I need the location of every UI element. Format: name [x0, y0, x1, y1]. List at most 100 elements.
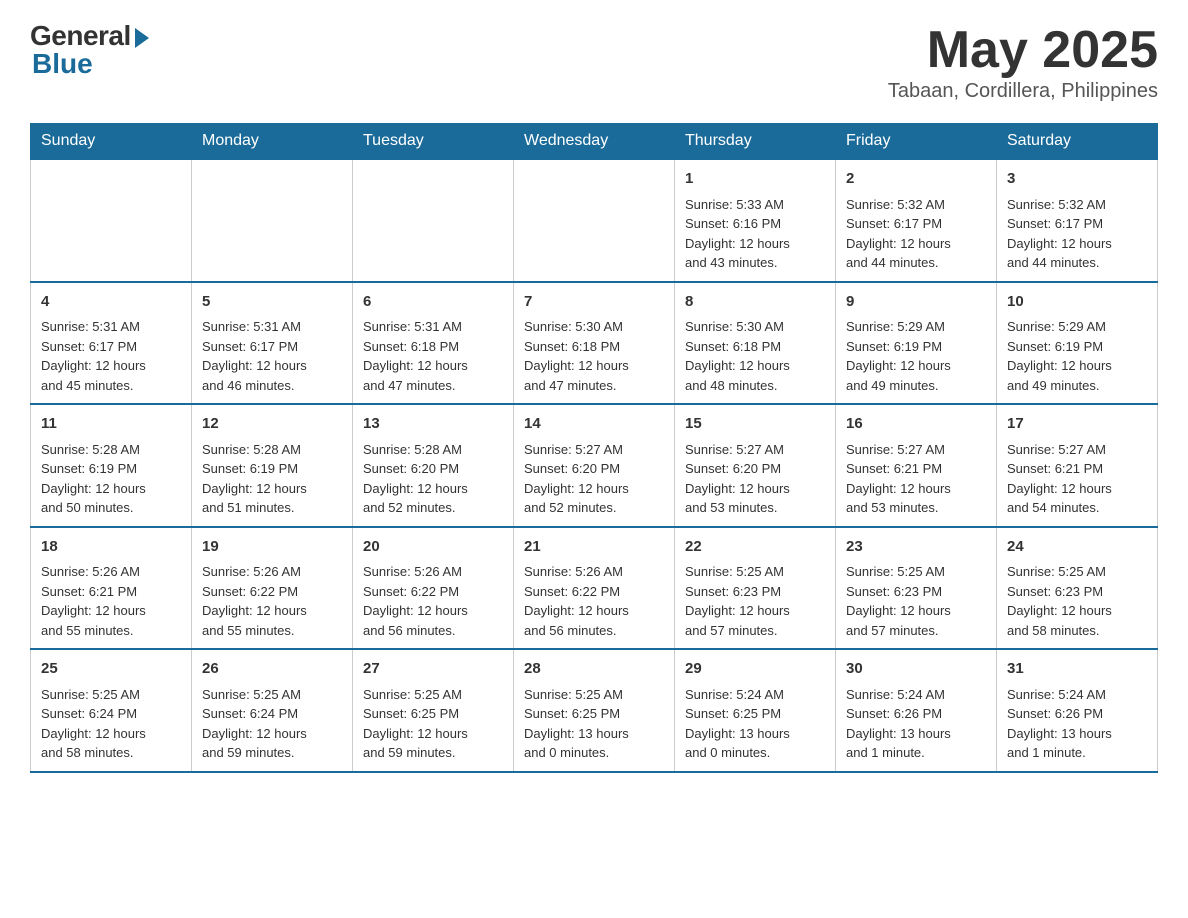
day-header-wednesday: Wednesday [514, 124, 675, 160]
calendar-cell: 15 Sunrise: 5:27 AM Sunset: 6:20 PM Dayli… [675, 404, 836, 527]
calendar-cell: 2 Sunrise: 5:32 AM Sunset: 6:17 PM Daylig… [836, 159, 997, 282]
day-info: Sunrise: 5:28 AM Sunset: 6:19 PM Dayligh… [202, 440, 342, 518]
day-info: Sunrise: 5:26 AM Sunset: 6:22 PM Dayligh… [202, 562, 342, 640]
logo: General Blue [30, 20, 149, 80]
day-number: 19 [202, 536, 342, 559]
calendar-header-row: SundayMondayTuesdayWednesdayThursdayFrid… [31, 124, 1158, 160]
day-info: Sunrise: 5:25 AM Sunset: 6:23 PM Dayligh… [1007, 562, 1147, 640]
day-number: 11 [41, 413, 181, 436]
day-header-tuesday: Tuesday [353, 124, 514, 160]
calendar-cell: 28 Sunrise: 5:25 AM Sunset: 6:25 PM Dayli… [514, 649, 675, 772]
title-section: May 2025 Tabaan, Cordillera, Philippines [888, 20, 1158, 103]
day-number: 20 [363, 536, 503, 559]
day-header-sunday: Sunday [31, 124, 192, 160]
day-info: Sunrise: 5:31 AM Sunset: 6:17 PM Dayligh… [202, 317, 342, 395]
day-info: Sunrise: 5:25 AM Sunset: 6:24 PM Dayligh… [202, 685, 342, 763]
day-number: 13 [363, 413, 503, 436]
day-info: Sunrise: 5:25 AM Sunset: 6:25 PM Dayligh… [524, 685, 664, 763]
day-info: Sunrise: 5:24 AM Sunset: 6:26 PM Dayligh… [846, 685, 986, 763]
calendar-cell: 16Sunrise: 5:27 AM Sunset: 6:21 PM Dayli… [836, 404, 997, 527]
day-number: 26 [202, 658, 342, 681]
week-row-3: 11 Sunrise: 5:28 AM Sunset: 6:19 PM Dayli… [31, 404, 1158, 527]
calendar-cell: 29 Sunrise: 5:24 AM Sunset: 6:25 PM Dayli… [675, 649, 836, 772]
week-row-1: 1 Sunrise: 5:33 AM Sunset: 6:16 PM Daylig… [31, 159, 1158, 282]
calendar-cell: 27 Sunrise: 5:25 AM Sunset: 6:25 PM Dayli… [353, 649, 514, 772]
calendar-cell: 21 Sunrise: 5:26 AM Sunset: 6:22 PM Dayli… [514, 527, 675, 650]
calendar-cell: 31 Sunrise: 5:24 AM Sunset: 6:26 PM Dayli… [997, 649, 1158, 772]
day-info: Sunrise: 5:26 AM Sunset: 6:22 PM Dayligh… [363, 562, 503, 640]
day-number: 27 [363, 658, 503, 681]
day-number: 29 [685, 658, 825, 681]
calendar-cell: 26 Sunrise: 5:25 AM Sunset: 6:24 PM Dayli… [192, 649, 353, 772]
day-info: Sunrise: 5:29 AM Sunset: 6:19 PM Dayligh… [846, 317, 986, 395]
day-info: Sunrise: 5:32 AM Sunset: 6:17 PM Dayligh… [846, 195, 986, 273]
calendar-cell: 23Sunrise: 5:25 AM Sunset: 6:23 PM Dayli… [836, 527, 997, 650]
calendar-cell: 17 Sunrise: 5:27 AM Sunset: 6:21 PM Dayli… [997, 404, 1158, 527]
day-info: Sunrise: 5:28 AM Sunset: 6:19 PM Dayligh… [41, 440, 181, 518]
day-number: 17 [1007, 413, 1147, 436]
day-number: 15 [685, 413, 825, 436]
day-header-monday: Monday [192, 124, 353, 160]
calendar-cell: 6Sunrise: 5:31 AM Sunset: 6:18 PM Daylig… [353, 282, 514, 405]
day-number: 18 [41, 536, 181, 559]
day-number: 24 [1007, 536, 1147, 559]
day-number: 7 [524, 291, 664, 314]
day-info: Sunrise: 5:27 AM Sunset: 6:20 PM Dayligh… [524, 440, 664, 518]
day-number: 5 [202, 291, 342, 314]
calendar-cell [353, 159, 514, 282]
day-info: Sunrise: 5:26 AM Sunset: 6:22 PM Dayligh… [524, 562, 664, 640]
day-number: 28 [524, 658, 664, 681]
calendar-cell: 18 Sunrise: 5:26 AM Sunset: 6:21 PM Dayli… [31, 527, 192, 650]
day-info: Sunrise: 5:27 AM Sunset: 6:21 PM Dayligh… [846, 440, 986, 518]
day-number: 9 [846, 291, 986, 314]
day-number: 14 [524, 413, 664, 436]
day-info: Sunrise: 5:29 AM Sunset: 6:19 PM Dayligh… [1007, 317, 1147, 395]
calendar-cell: 11 Sunrise: 5:28 AM Sunset: 6:19 PM Dayli… [31, 404, 192, 527]
calendar-cell: 24 Sunrise: 5:25 AM Sunset: 6:23 PM Dayli… [997, 527, 1158, 650]
calendar-cell: 30 Sunrise: 5:24 AM Sunset: 6:26 PM Dayli… [836, 649, 997, 772]
day-number: 2 [846, 168, 986, 191]
day-info: Sunrise: 5:24 AM Sunset: 6:26 PM Dayligh… [1007, 685, 1147, 763]
calendar-cell: 7Sunrise: 5:30 AM Sunset: 6:18 PM Daylig… [514, 282, 675, 405]
calendar-cell: 8Sunrise: 5:30 AM Sunset: 6:18 PM Daylig… [675, 282, 836, 405]
calendar-cell [192, 159, 353, 282]
day-info: Sunrise: 5:26 AM Sunset: 6:21 PM Dayligh… [41, 562, 181, 640]
calendar-cell: 20 Sunrise: 5:26 AM Sunset: 6:22 PM Dayli… [353, 527, 514, 650]
day-number: 30 [846, 658, 986, 681]
calendar-cell [31, 159, 192, 282]
day-info: Sunrise: 5:24 AM Sunset: 6:25 PM Dayligh… [685, 685, 825, 763]
day-info: Sunrise: 5:27 AM Sunset: 6:21 PM Dayligh… [1007, 440, 1147, 518]
day-number: 6 [363, 291, 503, 314]
calendar-cell: 19 Sunrise: 5:26 AM Sunset: 6:22 PM Dayli… [192, 527, 353, 650]
day-info: Sunrise: 5:27 AM Sunset: 6:20 PM Dayligh… [685, 440, 825, 518]
day-number: 1 [685, 168, 825, 191]
day-number: 22 [685, 536, 825, 559]
calendar-cell: 5 Sunrise: 5:31 AM Sunset: 6:17 PM Daylig… [192, 282, 353, 405]
week-row-4: 18 Sunrise: 5:26 AM Sunset: 6:21 PM Dayli… [31, 527, 1158, 650]
day-info: Sunrise: 5:31 AM Sunset: 6:17 PM Dayligh… [41, 317, 181, 395]
week-row-2: 4Sunrise: 5:31 AM Sunset: 6:17 PM Daylig… [31, 282, 1158, 405]
calendar-cell: 22 Sunrise: 5:25 AM Sunset: 6:23 PM Dayli… [675, 527, 836, 650]
day-info: Sunrise: 5:25 AM Sunset: 6:25 PM Dayligh… [363, 685, 503, 763]
calendar-cell: 10Sunrise: 5:29 AM Sunset: 6:19 PM Dayli… [997, 282, 1158, 405]
day-info: Sunrise: 5:32 AM Sunset: 6:17 PM Dayligh… [1007, 195, 1147, 273]
location-subtitle: Tabaan, Cordillera, Philippines [888, 80, 1158, 103]
day-header-saturday: Saturday [997, 124, 1158, 160]
day-info: Sunrise: 5:25 AM Sunset: 6:23 PM Dayligh… [685, 562, 825, 640]
calendar-cell: 14 Sunrise: 5:27 AM Sunset: 6:20 PM Dayli… [514, 404, 675, 527]
calendar-cell: 1 Sunrise: 5:33 AM Sunset: 6:16 PM Daylig… [675, 159, 836, 282]
day-number: 12 [202, 413, 342, 436]
day-info: Sunrise: 5:28 AM Sunset: 6:20 PM Dayligh… [363, 440, 503, 518]
week-row-5: 25Sunrise: 5:25 AM Sunset: 6:24 PM Dayli… [31, 649, 1158, 772]
calendar-cell [514, 159, 675, 282]
day-header-friday: Friday [836, 124, 997, 160]
day-number: 31 [1007, 658, 1147, 681]
day-info: Sunrise: 5:25 AM Sunset: 6:23 PM Dayligh… [846, 562, 986, 640]
day-info: Sunrise: 5:33 AM Sunset: 6:16 PM Dayligh… [685, 195, 825, 273]
month-title: May 2025 [888, 20, 1158, 80]
day-number: 21 [524, 536, 664, 559]
calendar-cell: 13 Sunrise: 5:28 AM Sunset: 6:20 PM Dayli… [353, 404, 514, 527]
day-number: 8 [685, 291, 825, 314]
day-header-thursday: Thursday [675, 124, 836, 160]
calendar-cell: 4Sunrise: 5:31 AM Sunset: 6:17 PM Daylig… [31, 282, 192, 405]
